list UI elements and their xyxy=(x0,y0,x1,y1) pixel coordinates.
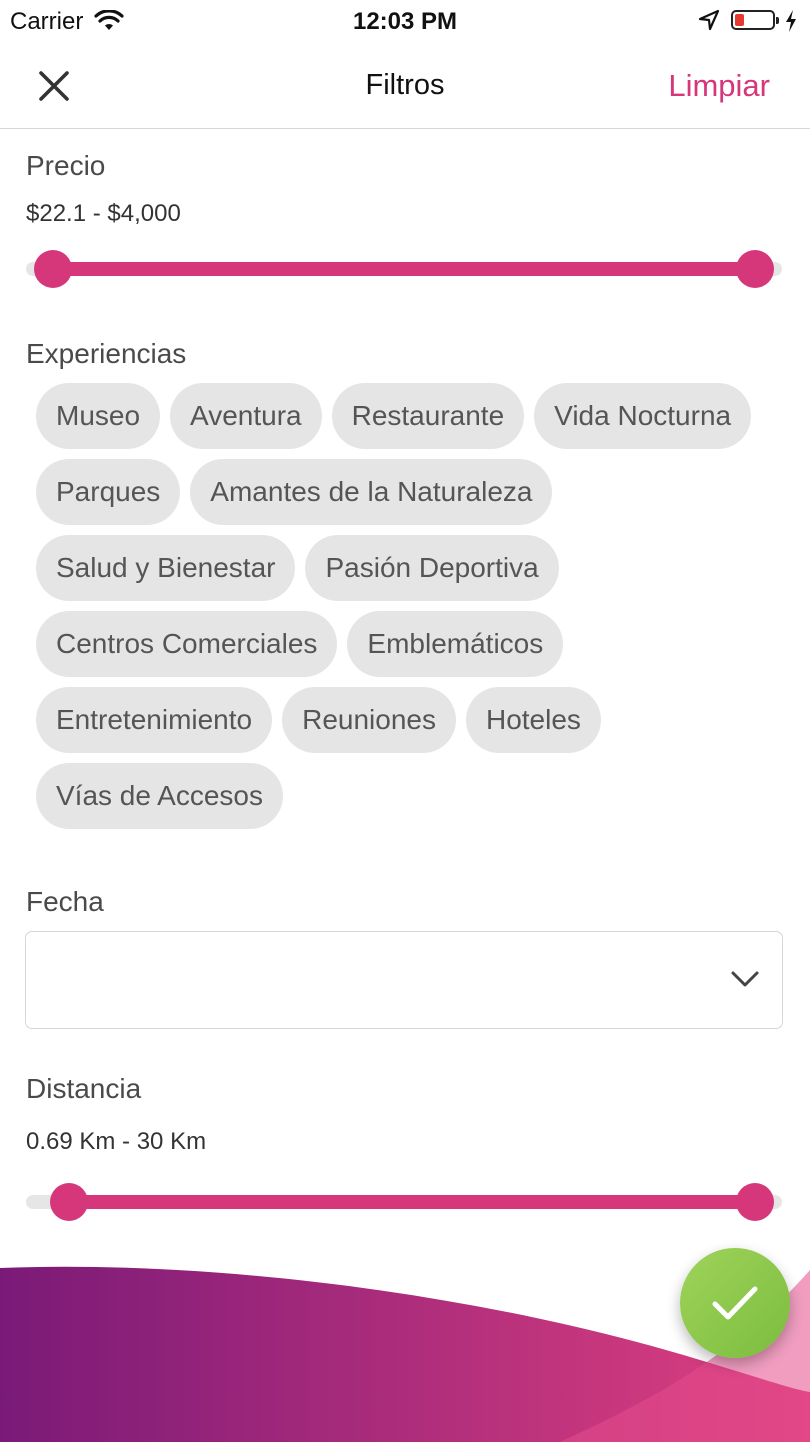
price-range-text: $22.1 - $4,000 xyxy=(26,200,181,227)
nav-bar: Filtros Limpiar xyxy=(0,44,810,129)
battery-icon xyxy=(731,10,779,30)
experience-chip[interactable]: Emblemáticos xyxy=(347,611,564,677)
experience-chip[interactable]: Parques xyxy=(36,459,181,525)
date-dropdown[interactable] xyxy=(25,931,783,1029)
experience-chip[interactable]: Pasión Deportiva xyxy=(305,535,559,601)
experience-chip[interactable]: Reuniones xyxy=(282,687,456,753)
price-label: Precio xyxy=(26,150,106,181)
experience-chip[interactable]: Vida Nocturna xyxy=(534,383,752,449)
experience-chip[interactable]: Amantes de la Naturaleza xyxy=(190,459,553,525)
apply-filters-button[interactable] xyxy=(680,1248,790,1358)
clear-button[interactable]: Limpiar xyxy=(668,68,770,104)
slider-range-fill xyxy=(53,262,755,276)
chevron-down-icon xyxy=(730,970,760,993)
distance-min-handle[interactable] xyxy=(50,1183,89,1221)
experience-chip[interactable]: Museo xyxy=(36,383,161,449)
price-max-handle[interactable] xyxy=(736,250,774,288)
distance-max-handle[interactable] xyxy=(736,1183,774,1221)
experience-chip[interactable]: Aventura xyxy=(170,383,322,449)
experience-chip[interactable]: Restaurante xyxy=(331,383,525,449)
clock: 12:03 PM xyxy=(352,8,458,35)
price-slider[interactable] xyxy=(26,249,782,289)
experience-chips: Museo Aventura Restaurante Vida Nocturna Par… xyxy=(36,383,776,829)
status-bar: Carrier 12:03 PM xyxy=(0,0,810,44)
distance-slider[interactable] xyxy=(26,1182,782,1222)
date-label: Fecha xyxy=(26,886,104,917)
distance-range-text: 0.69 Km - 30 Km xyxy=(26,1128,207,1155)
location-arrow-icon xyxy=(698,9,720,36)
experience-chip[interactable]: Hoteles xyxy=(465,687,601,753)
price-min-handle[interactable] xyxy=(34,250,72,288)
battery-level xyxy=(735,14,744,26)
distance-label: Distancia xyxy=(26,1073,142,1104)
experience-chip[interactable]: Entretenimiento xyxy=(36,687,273,753)
experiences-label: Experiencias xyxy=(26,338,187,369)
checkmark-icon xyxy=(712,1286,758,1320)
experience-chip[interactable]: Vías de Accesos xyxy=(36,763,284,829)
slider-range-fill xyxy=(69,1195,755,1209)
experience-chip[interactable]: Centros Comerciales xyxy=(36,611,338,677)
experience-chip[interactable]: Salud y Bienestar xyxy=(36,535,296,601)
charging-bolt-icon xyxy=(784,9,798,38)
